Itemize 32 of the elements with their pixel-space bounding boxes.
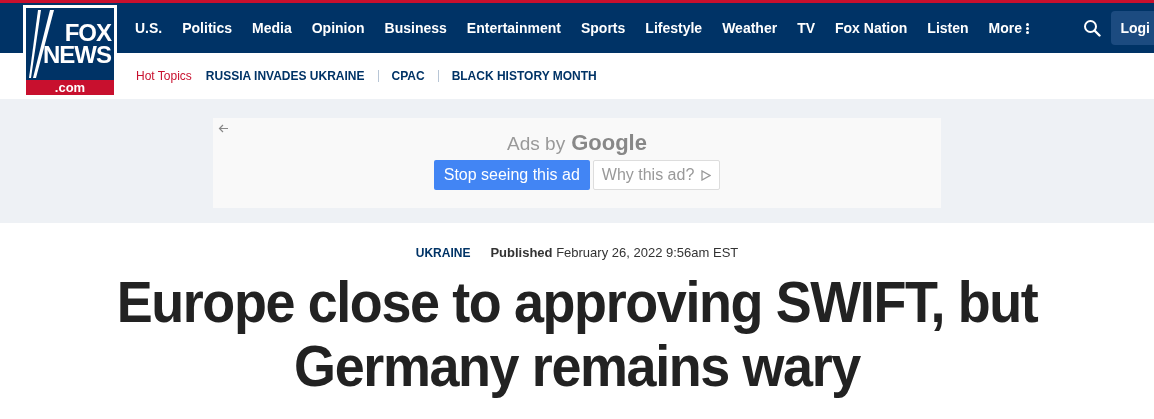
- ads-by-label: Ads by: [507, 133, 566, 155]
- topic-link[interactable]: BLACK HISTORY MONTH: [437, 70, 610, 82]
- nav-link[interactable]: U.S.: [135, 20, 163, 36]
- category-link[interactable]: UKRAINE: [415, 245, 471, 260]
- nav-link[interactable]: Fox Nation: [835, 20, 908, 36]
- nav-link[interactable]: Entertainment: [466, 20, 561, 36]
- nav-link[interactable]: Politics: [182, 20, 233, 36]
- headline: Europe close to approving SWIFT, but Germany remains wary: [115, 270, 1039, 398]
- logo-text: NEWS: [43, 44, 111, 66]
- topic-link[interactable]: RUSSIA INVADES UKRAINE: [205, 70, 378, 82]
- topic-link[interactable]: CPAC: [377, 70, 438, 82]
- logo-text: FOX: [64, 22, 111, 44]
- kebab-icon: [1026, 22, 1030, 34]
- hot-topics-label: Hot Topics: [136, 69, 192, 83]
- nav-link[interactable]: Listen: [927, 20, 969, 36]
- nav-link[interactable]: Media: [252, 20, 292, 36]
- play-icon: [700, 169, 712, 181]
- logo[interactable]: FOX NEWS .com: [23, 5, 117, 98]
- nav-link[interactable]: Weather: [722, 20, 778, 36]
- login-button[interactable]: Logi: [1111, 11, 1154, 45]
- nav-link[interactable]: Sports: [581, 20, 626, 36]
- back-arrow-icon[interactable]: [218, 123, 229, 134]
- more-menu[interactable]: More: [988, 20, 1030, 36]
- search-icon[interactable]: [1083, 19, 1102, 37]
- nav-link[interactable]: Lifestyle: [645, 20, 703, 36]
- nav-link[interactable]: TV: [797, 20, 815, 36]
- stop-ad-button[interactable]: Stop seeing this ad: [433, 160, 590, 190]
- published-date: Published February 26, 2022 9:56am EST: [490, 245, 739, 260]
- logo-domain: .com: [26, 80, 114, 95]
- nav-link[interactable]: Opinion: [311, 20, 365, 36]
- nav-link[interactable]: Business: [384, 20, 447, 36]
- brand-label: Google: [571, 130, 647, 156]
